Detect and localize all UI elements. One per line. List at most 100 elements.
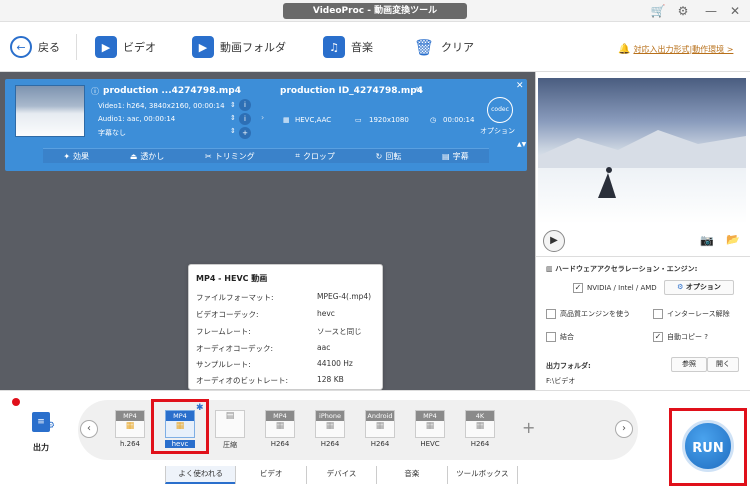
hq-engine-checkbox[interactable]: 高品質エンジンを使う xyxy=(546,309,630,319)
film-small-icon: ▦ xyxy=(325,421,335,431)
format-item[interactable]: MP4 ▦ HEVC xyxy=(412,410,448,448)
play-button[interactable]: ▶ xyxy=(543,230,565,252)
divider xyxy=(536,256,750,257)
hw-option-button[interactable]: ⚙ オプション xyxy=(664,280,734,295)
selected-format-highlight xyxy=(151,399,209,454)
format-item[interactable]: ▤ 圧縮 xyxy=(212,410,248,450)
film-small-icon: ▦ xyxy=(425,421,435,431)
rotate-label: 回転 xyxy=(385,151,402,161)
add-folder-button[interactable]: ▶ 動画フォルダ xyxy=(192,34,286,60)
video-info-icon[interactable]: i xyxy=(239,99,251,111)
add-format-icon[interactable]: + xyxy=(522,418,535,437)
auto-copy-checkbox[interactable]: ✓ 自動コピー ? xyxy=(653,332,708,342)
format-item[interactable]: MP4 ▦ H264 xyxy=(262,410,298,448)
browse-button[interactable]: 参照 xyxy=(671,357,707,372)
format-notice-link[interactable]: 🔔 対応入出力形式|動作環境 > xyxy=(618,44,733,55)
format-item[interactable]: Android ▦ H264 xyxy=(362,410,398,448)
tab-toolbox[interactable]: ツールボックス xyxy=(446,466,519,484)
camera-icon[interactable]: 📷 xyxy=(700,234,714,247)
window-title: VideoProc - 動画変換ツール xyxy=(283,3,467,19)
output-resolution: 1920x1080 xyxy=(369,116,409,124)
film-small-icon: ▦ xyxy=(475,421,485,431)
clear-button[interactable]: 🗑 クリア xyxy=(413,34,474,60)
arrow-icon: › xyxy=(261,113,265,122)
subtitle-stepper[interactable]: ⇕ xyxy=(230,127,236,135)
video-track-info: Video1: h264, 3840x2160, 00:00:14 xyxy=(98,102,225,110)
collapse-icon[interactable]: ▲▼ xyxy=(517,141,526,148)
hw-icon: ▥ xyxy=(546,265,556,273)
audio-track-stepper[interactable]: ⇕ xyxy=(230,114,236,122)
rotate-icon: ↻ xyxy=(375,151,383,161)
format-sub: H264 xyxy=(370,440,390,448)
subtitle-button[interactable]: ▤ 字幕 xyxy=(442,151,469,162)
tab-video[interactable]: ビデオ xyxy=(235,466,306,484)
hw-accel-checkbox[interactable]: ✓ NVIDIA / Intel / AMD xyxy=(573,283,657,293)
format-item[interactable]: 4K ▦ H264 xyxy=(462,410,498,448)
hw-check-icon: ✓ xyxy=(573,283,583,293)
subtitle-icon: ▤ xyxy=(442,151,450,161)
video-thumbnail[interactable] xyxy=(15,85,85,137)
option-label[interactable]: オプション xyxy=(480,126,515,136)
add-music-button[interactable]: ♫ 音楽 xyxy=(323,34,373,60)
tooltip-value: 128 KB xyxy=(317,375,344,384)
trim-button[interactable]: ✂ トリミング xyxy=(205,151,255,162)
output-filename[interactable]: production ID_4274798.mp4 xyxy=(280,86,423,96)
format-item[interactable]: MP4 ▦ h.264 xyxy=(112,410,148,448)
subtitle-add-icon[interactable]: + xyxy=(239,127,251,139)
deinterlace-label: インターレース解除 xyxy=(667,310,730,318)
close-icon[interactable]: ✕ xyxy=(727,3,743,19)
notice-label: 対応入出力形式|動作環境 > xyxy=(633,45,734,54)
cart-icon[interactable]: 🛒 xyxy=(650,3,666,19)
remove-task-icon[interactable]: ✕ xyxy=(516,81,524,91)
tab-music[interactable]: 音楽 xyxy=(376,466,447,484)
task-card[interactable]: ⓘ production ...4274798.mp4 Video1: h264… xyxy=(5,79,527,171)
crop-button[interactable]: ⌗ クロップ xyxy=(295,151,335,162)
scissors-icon: ✂ xyxy=(205,151,212,161)
merge-checkbox[interactable]: 結合 xyxy=(546,332,574,342)
tooltip-value: aac xyxy=(317,343,331,352)
scroll-right-button[interactable]: › xyxy=(615,420,633,438)
audio-info-icon[interactable]: i xyxy=(239,113,251,125)
clear-label: クリア xyxy=(441,41,474,54)
format-file-icon: MP4 ▦ xyxy=(265,410,295,438)
crop-icon: ⌗ xyxy=(295,151,300,160)
codec-options-icon[interactable]: codec xyxy=(487,97,513,123)
format-sub: 圧縮 xyxy=(223,441,237,449)
format-file-icon: MP4 ▦ xyxy=(415,410,445,438)
minimize-icon[interactable]: — xyxy=(703,3,719,19)
folder-icon: ▶ xyxy=(192,36,214,58)
info-icon[interactable]: ⓘ xyxy=(91,86,99,97)
subtitle-info: 字幕なし xyxy=(98,129,126,137)
video-preview[interactable] xyxy=(538,78,746,224)
add-video-button[interactable]: ▶ ビデオ xyxy=(95,34,156,60)
edit-pencil-icon[interactable]: ✎ xyxy=(415,86,422,95)
gear-badge-icon: ⚙ xyxy=(46,421,55,431)
open-button[interactable]: 開く xyxy=(707,357,739,372)
output-label: 出力 xyxy=(33,443,49,452)
tooltip-key: オーディオコーデック: xyxy=(196,344,274,353)
hq-check-icon xyxy=(546,309,556,319)
effects-button[interactable]: ✦ 効果 xyxy=(63,151,89,162)
output-settings-button[interactable]: ≡ ⚙ xyxy=(28,412,55,438)
format-item[interactable]: iPhone ▦ H264 xyxy=(312,410,348,448)
music-icon: ♫ xyxy=(323,36,345,58)
run-button[interactable]: RUN xyxy=(682,420,734,472)
output-folder-path: F:\ビデオ xyxy=(546,377,576,385)
clock-icon: ◷ xyxy=(430,116,437,124)
tooltip-value: 44100 Hz xyxy=(317,359,353,368)
auto-copy-label: 自動コピー ? xyxy=(667,333,708,341)
back-button[interactable]: ← 戻る xyxy=(10,34,60,60)
hq-engine-label: 高品質エンジンを使う xyxy=(560,310,630,318)
music-label: 音楽 xyxy=(351,41,373,54)
deinterlace-checkbox[interactable]: インターレース解除 xyxy=(653,309,730,319)
rotate-button[interactable]: ↻ 回転 xyxy=(376,151,402,162)
tab-common[interactable]: よく使われる xyxy=(165,466,236,484)
scroll-left-button[interactable]: ‹ xyxy=(80,420,98,438)
gear-icon[interactable]: ⚙ xyxy=(675,3,691,19)
resolution-icon: ▭ xyxy=(355,116,362,124)
video-track-stepper[interactable]: ⇕ xyxy=(230,101,236,109)
watermark-button[interactable]: ⏏ 透かし xyxy=(130,151,165,162)
tab-device[interactable]: デバイス xyxy=(305,466,377,484)
folder-open-icon[interactable]: 📂 xyxy=(726,233,740,246)
crop-label: クロップ xyxy=(302,151,335,161)
